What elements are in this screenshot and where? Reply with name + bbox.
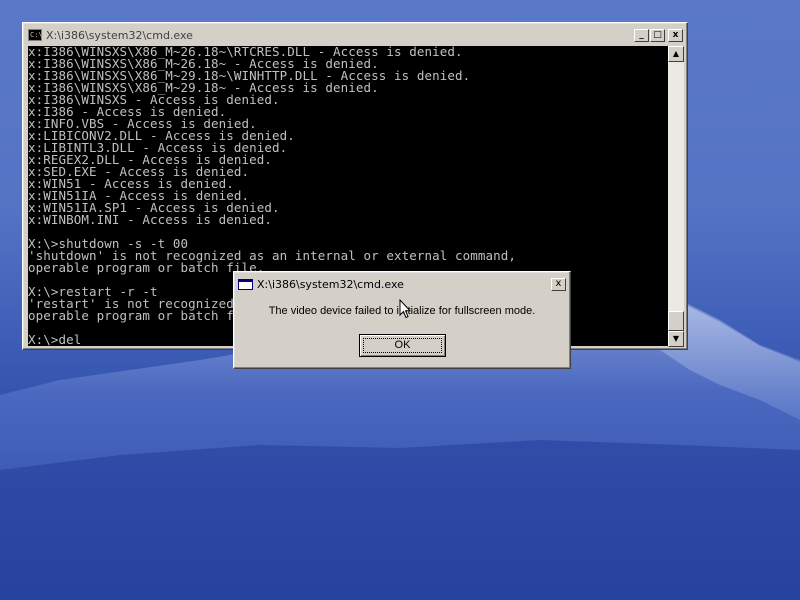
scroll-down-button[interactable]: ▼ (668, 331, 684, 347)
maximize-button[interactable]: □ (650, 28, 665, 42)
error-dialog: X:\i386\system32\cmd.exe x The video dev… (233, 271, 571, 369)
cmd-window-title: X:\i386\system32\cmd.exe (46, 28, 193, 42)
minimize-button[interactable]: _ (634, 28, 649, 42)
dialog-titlebar[interactable]: X:\i386\system32\cmd.exe x (237, 275, 567, 293)
close-button[interactable]: x (668, 28, 683, 42)
console-line: x:WINBOM.INI - Access is denied. (28, 212, 273, 227)
window-icon (238, 278, 253, 290)
dialog-title: X:\i386\system32\cmd.exe (257, 277, 404, 291)
scroll-up-button[interactable]: ▲ (668, 46, 684, 62)
ok-button[interactable]: OK (359, 334, 446, 357)
cmd-titlebar[interactable]: C:\ X:\i386\system32\cmd.exe _ □ x (26, 26, 684, 44)
dialog-close-button[interactable]: x (551, 277, 566, 291)
vertical-scrollbar[interactable]: ▲ ▼ (668, 46, 684, 347)
ok-button-label: OK (394, 339, 411, 351)
mouse-pointer-icon (399, 299, 411, 319)
scroll-thumb[interactable] (668, 311, 684, 331)
cmd-icon: C:\ (28, 29, 43, 41)
